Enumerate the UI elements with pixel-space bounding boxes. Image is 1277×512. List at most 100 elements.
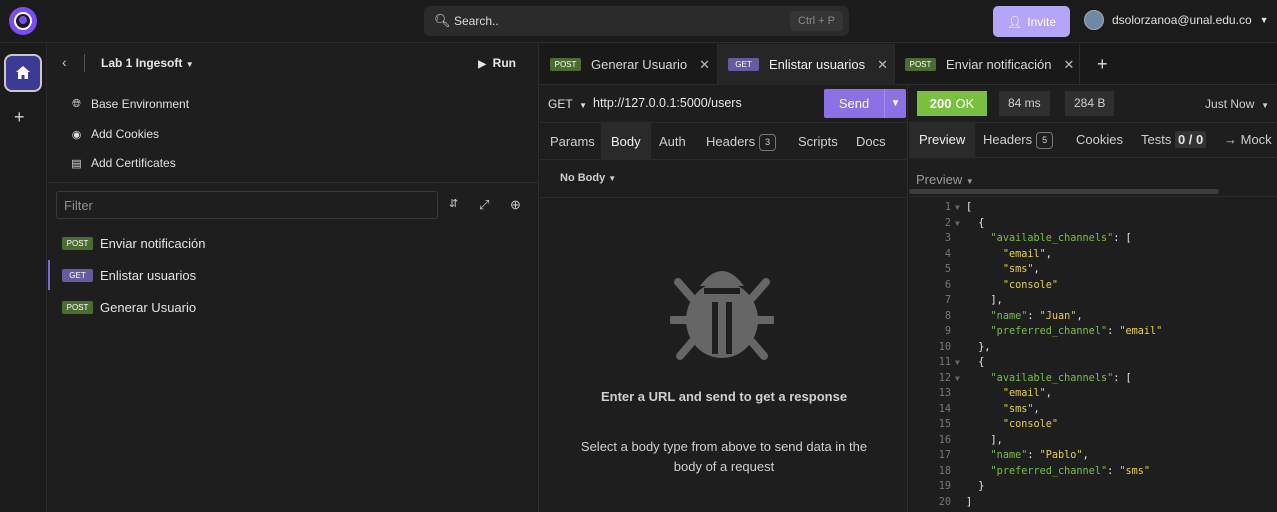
code-text: "preferred_channel": "email" bbox=[990, 326, 1163, 337]
divider bbox=[540, 197, 908, 198]
headers-count: 3 bbox=[759, 134, 777, 151]
chevron-down-icon: ▼ bbox=[1259, 15, 1269, 25]
tab-preview[interactable]: Preview bbox=[909, 123, 976, 157]
preview-mode-label: Preview bbox=[916, 172, 963, 187]
add-project-icon[interactable]: + bbox=[14, 107, 25, 128]
tab-tests[interactable]: Tests 0 / 0 bbox=[1131, 123, 1216, 157]
response-panel: 200 OK 84 ms 284 B Just Now ▼ Preview He… bbox=[909, 86, 1277, 512]
invite-button[interactable]: 👤︎ Invite bbox=[993, 6, 1070, 37]
line-number: 9 bbox=[944, 326, 951, 337]
tab-mock[interactable]: → Mock bbox=[1214, 123, 1277, 157]
code-text: { bbox=[966, 217, 985, 229]
tab-cookies[interactable]: Cookies bbox=[1066, 123, 1133, 157]
method-badge: GET bbox=[728, 58, 759, 71]
app-logo-icon[interactable] bbox=[9, 7, 37, 35]
line-number: 16 bbox=[938, 434, 951, 446]
project-name: Lab 1 Ingesoft bbox=[101, 56, 183, 70]
sidebar-link-label: Add Cookies bbox=[91, 127, 160, 141]
code-text: "email", bbox=[1002, 248, 1052, 260]
request-tab[interactable]: POST Generar Usuario ✕ bbox=[540, 44, 718, 85]
empty-state-text: Select a body type from above to send da… bbox=[580, 439, 868, 474]
url-input[interactable]: http://127.0.0.1:5000/users bbox=[593, 96, 742, 110]
url-bar: GET ▼ http://127.0.0.1:5000/users Send ▼ bbox=[540, 86, 908, 122]
code-text: "available_channels": [ bbox=[990, 233, 1132, 244]
code-text: "preferred_channel": "sms" bbox=[990, 465, 1151, 477]
code-text: "console" bbox=[1002, 419, 1059, 430]
tab-auth[interactable]: Auth bbox=[649, 123, 696, 160]
history-selector[interactable]: Just Now ▼ bbox=[1205, 97, 1269, 111]
line-number: 3 bbox=[944, 233, 951, 244]
sidebar-request-item[interactable]: POST Generar Usuario bbox=[48, 292, 538, 322]
line-number: 10 bbox=[938, 341, 951, 353]
line-number: 19 bbox=[938, 481, 951, 492]
line-number: 8 bbox=[944, 310, 951, 322]
sidebar-request-item[interactable]: POST Enviar notificación bbox=[48, 228, 538, 258]
tab-response-headers[interactable]: Headers 5 bbox=[973, 123, 1063, 157]
filter-input[interactable]: Filter bbox=[56, 191, 438, 219]
code-text: "name": "Juan", bbox=[990, 310, 1083, 322]
close-icon[interactable]: ✕ bbox=[1064, 57, 1075, 73]
request-name: Enlistar usuarios bbox=[100, 267, 197, 283]
request-name: Generar Usuario bbox=[100, 299, 197, 315]
base-environment-link[interactable]: 🌐︎ Base Environment bbox=[70, 97, 189, 111]
fold-icon[interactable]: ▼ bbox=[955, 200, 960, 216]
preview-mode-selector[interactable]: Preview ▼ bbox=[916, 172, 974, 187]
line-number: 2 bbox=[944, 217, 951, 229]
method-selector[interactable]: GET ▼ bbox=[548, 97, 587, 111]
left-rail: + bbox=[0, 44, 47, 512]
search-label: Search.. bbox=[454, 14, 499, 28]
empty-state-title: Enter a URL and send to get a response bbox=[600, 389, 848, 404]
send-button[interactable]: Send ▼ bbox=[824, 89, 906, 118]
code-text: } bbox=[966, 481, 985, 492]
add-certificates-link[interactable]: ▤ Add Certificates bbox=[70, 156, 175, 170]
status-code: 200 bbox=[929, 96, 952, 111]
add-cookies-link[interactable]: ◉ Add Cookies bbox=[70, 127, 159, 141]
line-number: 18 bbox=[938, 465, 951, 477]
line-number: 1 bbox=[944, 202, 951, 213]
tabs-scrollbar[interactable] bbox=[909, 189, 1219, 194]
home-button[interactable] bbox=[4, 54, 42, 92]
sidebar-link-label: Base Environment bbox=[91, 97, 190, 111]
tab-docs[interactable]: Docs bbox=[846, 123, 896, 160]
chevron-down-icon[interactable]: ▼ bbox=[884, 89, 906, 118]
tab-label: Tests bbox=[1141, 132, 1172, 147]
body-type-selector[interactable]: No Body ▼ bbox=[560, 172, 616, 184]
sidebar-request-item[interactable]: GET Enlistar usuarios bbox=[48, 260, 538, 290]
run-button[interactable]: ▶ Run bbox=[478, 56, 516, 70]
line-number: 4 bbox=[944, 248, 951, 260]
send-label: Send bbox=[838, 96, 870, 111]
chevron-down-icon: ▼ bbox=[185, 60, 194, 69]
sort-icon[interactable]: ⇵ bbox=[449, 197, 458, 210]
play-icon: ▶ bbox=[478, 59, 486, 70]
add-user-icon: 👤︎ bbox=[1007, 14, 1023, 29]
chevron-down-icon: ▼ bbox=[1261, 101, 1269, 110]
code-text: "console" bbox=[1002, 279, 1059, 291]
close-icon[interactable]: ✕ bbox=[877, 57, 888, 73]
status-text: OK bbox=[955, 96, 975, 111]
project-selector[interactable]: Lab 1 Ingesoft ▼ bbox=[101, 56, 194, 70]
expand-icon[interactable]: ⤢ bbox=[479, 197, 489, 213]
fold-icon[interactable]: ▼ bbox=[955, 216, 960, 232]
method-badge: POST bbox=[62, 236, 93, 250]
certificate-icon: ▤ bbox=[71, 157, 82, 170]
search-bar[interactable]: 🔍︎ Search.. Ctrl + P bbox=[424, 6, 849, 36]
tab-params[interactable]: Params bbox=[540, 123, 605, 160]
line-number: 12 bbox=[938, 372, 951, 384]
add-circle-icon[interactable]: ⊕ bbox=[510, 197, 521, 213]
request-tab-active[interactable]: GET Enlistar usuarios ✕ bbox=[718, 44, 895, 85]
close-icon[interactable]: ✕ bbox=[699, 57, 710, 73]
tab-label: Headers bbox=[706, 134, 756, 149]
line-number: 5 bbox=[944, 264, 951, 275]
response-size: 284 B bbox=[1065, 91, 1115, 116]
new-tab-icon[interactable]: + bbox=[1097, 54, 1108, 75]
user-menu[interactable]: dsolorzanoa@unal.edu.co ▼ bbox=[1084, 10, 1269, 30]
tab-body[interactable]: Body bbox=[601, 123, 651, 160]
fold-icon[interactable]: ▼ bbox=[955, 355, 960, 371]
back-icon[interactable]: ‹ bbox=[62, 54, 67, 70]
fold-icon[interactable]: ▼ bbox=[955, 371, 960, 387]
line-number: 13 bbox=[938, 388, 951, 399]
request-tab[interactable]: POST Enviar notificación ✕ bbox=[895, 44, 1080, 85]
home-icon bbox=[16, 66, 30, 79]
tab-headers[interactable]: Headers 3 bbox=[696, 123, 786, 160]
tab-scripts[interactable]: Scripts bbox=[788, 123, 848, 160]
